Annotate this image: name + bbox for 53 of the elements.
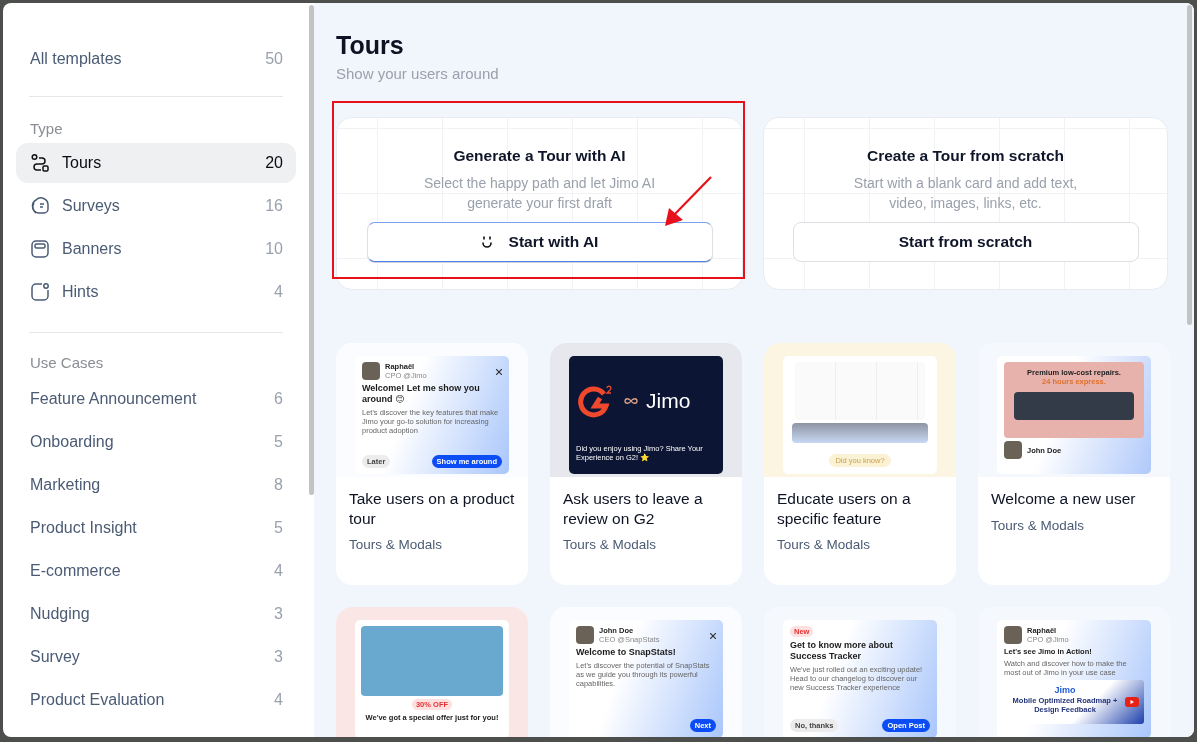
avatar-placeholder [1004,626,1022,644]
sidebar-item[interactable]: Product Evaluation 4 [16,678,296,721]
avatar-placeholder [362,362,380,380]
sidebar-item[interactable]: Feature Announcement 6 [16,377,296,420]
start-button[interactable]: Start from scratch [792,222,1139,262]
scrollbar[interactable] [1187,5,1192,325]
infinity-icon [624,397,638,405]
template-category: Tours & Modals [990,516,1086,533]
sidebar-item[interactable]: Surveys 16 [16,186,296,226]
hint-icon [30,282,50,302]
sidebar-item[interactable]: Hints 4 [16,272,296,312]
card-title: Generate a Tour with AI [453,147,626,165]
close-icon[interactable] [496,369,502,375]
section-heading: Type [29,118,64,139]
sidebar-item[interactable]: Product Insight 5 [16,506,296,549]
section-heading: Use Cases [29,352,105,373]
preview-title: Welcome! Let me show you around 😊 [362,383,481,405]
template-name: Take users on a product tour [348,489,516,528]
sidebar-item[interactable]: Onboarding 5 [16,420,296,463]
template-card[interactable] [336,343,528,585]
play-icon[interactable] [1125,697,1139,707]
sidebar-item[interactable]: Marketing 8 [16,463,296,506]
preview-title: Welcome to SnapStats! [576,647,677,658]
sidebar-item[interactable]: Nudging 3 [16,592,296,635]
smile-icon [480,236,493,248]
card-title: Create a Tour from scratch [867,147,1064,165]
page-subtitle: Show your users around [336,65,500,82]
sidebar-item[interactable]: E-commerce 4 [16,549,296,592]
template-name: Welcome a new user [990,489,1137,509]
annotation-arrow [665,176,712,226]
template-category: Tours & Modals [776,536,872,552]
banner-icon [30,239,50,259]
survey-icon [30,196,50,216]
avatar-placeholder [1004,441,1022,459]
page-title: Tours [336,31,405,60]
brand-logo: Jimo [646,388,691,414]
scrollbar[interactable] [309,5,314,495]
preview-title: Get to know more about Success Tracker [790,640,894,662]
template-name: Ask users to leave a review on G2 [562,489,704,528]
card-description: Start with a blank card and add text, video, images, links, etc. [852,174,1079,213]
card-description: Select the happy path and let Jimo AI generate your first draft [422,174,657,213]
template-category: Tours & Modals [348,536,444,552]
route-icon [30,153,50,173]
sidebar-item[interactable]: All templates 50 [16,37,296,80]
close-icon[interactable] [710,633,716,639]
template-name: Educate users on a specific feature [776,489,912,528]
template-category: Tours & Modals [562,536,658,552]
sidebar-item[interactable]: Banners 10 [16,229,296,269]
start-button[interactable]: Start with AI [366,222,713,262]
brand-logo: Jimo [1054,685,1076,696]
sidebar-item[interactable]: Survey 3 [16,635,296,678]
avatar-placeholder [576,626,594,644]
sidebar-item[interactable]: Tours 20 [16,143,296,183]
